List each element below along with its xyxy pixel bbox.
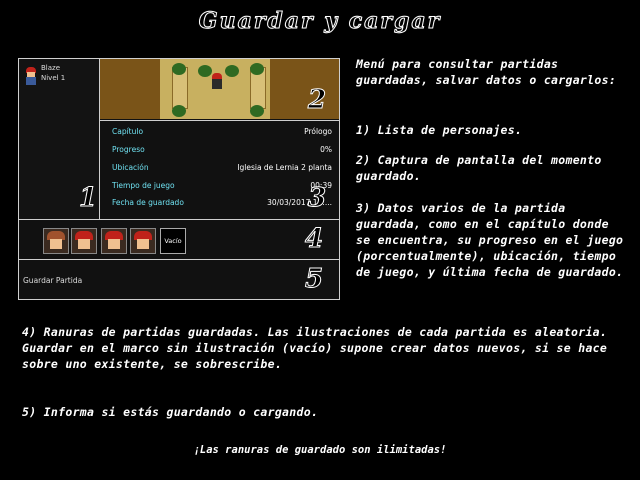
save-slot[interactable] (71, 228, 97, 254)
save-slot[interactable] (43, 228, 69, 254)
character-name: Blaze (41, 64, 61, 72)
section-number-5: 5 (304, 264, 324, 295)
section-number-4: 4 (304, 224, 324, 255)
character-sprite (25, 67, 37, 85)
page-title: Guardar y cargar (198, 8, 442, 35)
section-number-1: 1 (78, 183, 98, 214)
save-screenshot: 2 (100, 59, 339, 119)
stat-progress: Progreso 0% (112, 145, 332, 154)
save-slot[interactable] (130, 228, 156, 254)
description-item-1: 1) Lista de personajes. (356, 123, 523, 137)
mode-label: Guardar Partida (23, 276, 83, 285)
stat-location: Ubicación Iglesia de Lernia 2 planta (112, 163, 332, 172)
save-details: Capítulo Prólogo Progreso 0% Ubicación Igle… (100, 120, 339, 220)
save-slot[interactable] (101, 228, 127, 254)
mode-bar: Guardar Partida 5 (19, 259, 339, 300)
save-slots: Vacío 4 (19, 219, 339, 260)
section-number-2: 2 (307, 85, 327, 116)
description-intro: Menú para consultar partidas guardadas, … (356, 57, 617, 87)
save-load-window: Blaze Nivel 1 1 2 Capítulo Prólogo Progre… (18, 58, 340, 300)
stat-chapter: Capítulo Prólogo (112, 127, 332, 136)
hero-sprite (212, 73, 222, 89)
stat-save-date: Fecha de guardado 30/03/2017 16:... (112, 198, 332, 207)
description-item-2: 2) Captura de pantalla del momento guard… (356, 153, 602, 183)
description-item-4: 4) Ranuras de partidas guardadas. Las il… (22, 325, 608, 371)
character-info: Blaze Nivel 1 (41, 63, 65, 83)
empty-save-slot[interactable]: Vacío (160, 228, 186, 254)
footer-note: ¡Las ranuras de guardado son ilimitadas! (193, 444, 447, 456)
description-item-3: 3) Datos varios de la partida guardada, … (356, 201, 624, 279)
stat-playtime: Tiempo de juego 00:39 (112, 181, 332, 190)
section-number-3: 3 (307, 183, 327, 214)
character-level: Nivel 1 (41, 74, 66, 82)
description-item-5: 5) Informa si estás guardando o cargando… (22, 405, 319, 419)
character-list[interactable]: Blaze Nivel 1 1 (19, 59, 100, 219)
